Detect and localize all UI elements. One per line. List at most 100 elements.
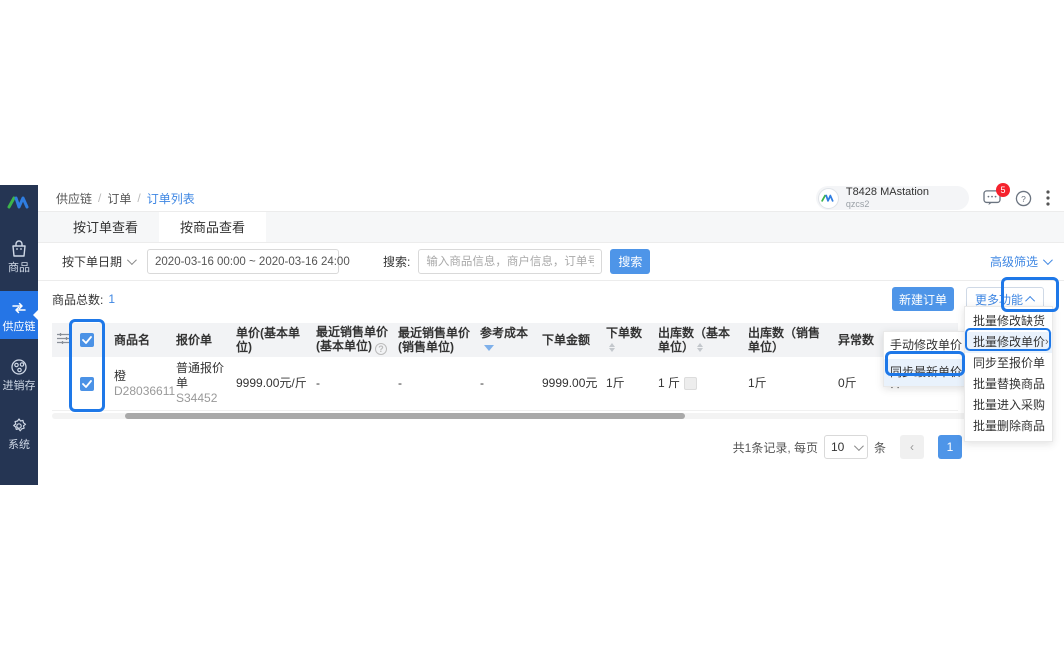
topbar-right: T8428 MAstation qzcs2 5 ? (816, 186, 1064, 210)
chevron-down-icon (127, 255, 137, 265)
column-header: 下单金额 (538, 323, 602, 357)
date-range-input[interactable]: 2020-03-16 00:00 ~ 2020-03-16 24:00 (147, 249, 339, 274)
column-settings-icon[interactable] (52, 323, 76, 357)
user-names: T8428 MAstation qzcs2 (846, 187, 929, 209)
abnormal-qty-cell: 0斤 (834, 357, 880, 411)
checkbox-checked[interactable] (80, 333, 94, 347)
chevron-down-icon (1043, 255, 1053, 265)
more-menu-item-2[interactable]: 批量修改单价› (965, 332, 1052, 353)
sidebar: 商品供应链进销存系统 (0, 185, 38, 485)
filter-row: 按下单日期 2020-03-16 00:00 ~ 2020-03-16 24:0… (38, 243, 1064, 281)
prev-page-button[interactable]: ‹ (900, 435, 924, 459)
unit-price-cell: 9999.00元/斤 (232, 357, 312, 411)
total-count-label: 商品总数: (52, 291, 103, 308)
bag-icon (9, 239, 29, 259)
column-header[interactable]: 下单数 (602, 323, 654, 357)
recent-price-sale-cell: - (394, 357, 476, 411)
ref-cost-cell: - (476, 357, 538, 411)
sidebar-item-1[interactable]: 商品 (0, 232, 38, 280)
messages-icon[interactable]: 5 (983, 190, 1001, 206)
column-header: 异常数 (834, 323, 880, 357)
tab-bar: 按订单查看按商品查看 (38, 212, 1064, 243)
help-icon[interactable]: ? (1015, 190, 1032, 207)
sort-icon[interactable] (609, 343, 615, 352)
summary-row: 商品总数: 1 新建订单 更多功能 (38, 281, 1064, 317)
column-header[interactable]: 参考成本 (476, 323, 538, 357)
advanced-filter-link[interactable]: 高级筛选 (990, 253, 1050, 270)
inventory-icon (9, 357, 29, 377)
info-icon[interactable]: ? (375, 343, 387, 355)
supply-chain-icon (9, 298, 29, 318)
breadcrumb: 供应链 / 订单 / 订单列表 (56, 190, 195, 207)
column-header: 最近销售单价(销售单位) (394, 323, 476, 357)
outbound-sale-cell: 1斤 (744, 357, 834, 411)
more-menu-item-1[interactable]: 批量修改缺货 (965, 311, 1052, 332)
sidebar-item-3[interactable]: 进销存 (0, 350, 38, 398)
sub-menu-item-2[interactable]: 同步最新单价 (884, 359, 965, 386)
column-header[interactable]: 出库数（基本单位） (654, 323, 744, 357)
order-amount-cell: 9999.00元 (538, 357, 602, 411)
breadcrumb-separator: / (98, 191, 101, 205)
breadcrumb-item[interactable]: 供应链 (56, 190, 92, 207)
more-options-icon[interactable] (1046, 190, 1050, 206)
user-subname: qzcs2 (846, 199, 929, 209)
checkbox-checked[interactable] (80, 377, 94, 391)
chevron-up-icon (1025, 295, 1035, 305)
row-checkbox (76, 357, 110, 411)
pagination: 共1条记录, 每页 10 条 ‹ 1 (38, 435, 962, 459)
sub-menu-item-1[interactable]: 手动修改单价 (884, 332, 965, 359)
table-row: 橙D28036611普通报价单S344529999.00元/斤---9999.0… (52, 357, 958, 411)
top-bar: 供应链 / 订单 / 订单列表 T8428 MAstation qzcs2 (38, 185, 1064, 212)
recent-price-base-cell: - (312, 357, 394, 411)
breadcrumb-separator: / (137, 191, 140, 205)
sidebar-item-label: 进销存 (3, 380, 36, 392)
gear-icon (9, 416, 29, 436)
page-1-button[interactable]: 1 (938, 435, 962, 459)
select-all-checkbox[interactable] (76, 323, 110, 357)
horizontal-scrollbar-thumb[interactable] (125, 413, 685, 419)
table-header-row: 商品名报价单单价(基本单位)最近销售单价(基本单位)?最近销售单价(销售单位)参… (52, 323, 958, 357)
avatar (818, 188, 839, 209)
advanced-filter-label: 高级筛选 (990, 253, 1038, 270)
date-field-selector[interactable]: 按下单日期 (62, 253, 134, 270)
app-logo-icon (0, 185, 38, 221)
more-menu-item-6[interactable]: 批量删除商品 (965, 416, 1052, 437)
outbound-base-cell: 1 斤 (654, 357, 744, 411)
more-functions-menu: 批量修改缺货批量修改单价›同步至报价单批量替换商品批量进入采购批量删除商品 (964, 306, 1053, 442)
column-header: 最近销售单价(基本单位)? (312, 323, 394, 357)
submenu-arrow-icon: › (1045, 332, 1049, 353)
sidebar-menu: 商品供应链进销存系统 (0, 221, 38, 457)
search-button[interactable]: 搜索 (610, 249, 650, 274)
product-table: 商品名报价单单价(基本单位)最近销售单价(基本单位)?最近销售单价(销售单位)参… (52, 323, 958, 411)
order-qty-cell: 1斤 (602, 357, 654, 411)
more-menu-item-5[interactable]: 批量进入采购 (965, 395, 1052, 416)
more-menu-item-3[interactable]: 同步至报价单 (965, 353, 1052, 374)
tab-1[interactable]: 按订单查看 (52, 212, 159, 242)
sidebar-item-4[interactable]: 系统 (0, 409, 38, 457)
user-account-button[interactable]: T8428 MAstation qzcs2 (816, 186, 969, 210)
row-settings-cell (52, 357, 76, 411)
column-header: 商品名 (110, 323, 172, 357)
date-field-label: 按下单日期 (62, 253, 122, 270)
more-functions-label: 更多功能 (975, 291, 1023, 308)
sidebar-item-2[interactable]: 供应链 (0, 291, 38, 339)
search-input[interactable] (418, 249, 602, 274)
breadcrumb-item[interactable]: 订单 (107, 190, 131, 207)
column-header: 单价(基本单位) (232, 323, 312, 357)
horizontal-scrollbar (52, 413, 1052, 419)
filter-dropdown-icon[interactable] (484, 345, 494, 351)
app-window: 商品供应链进销存系统 供应链/订单/订单列表 T8428 MAstation q… (0, 0, 1064, 664)
quote-cell: 普通报价单S34452 (172, 357, 232, 411)
product-name-cell: 橙D28036611 (110, 357, 172, 411)
sort-icon[interactable] (697, 343, 703, 352)
page-size-select[interactable]: 10 (824, 435, 868, 459)
record-count-text: 共1条记录, 每页 (733, 439, 818, 456)
detail-icon[interactable] (684, 377, 697, 390)
more-menu-item-4[interactable]: 批量替换商品 (965, 374, 1052, 395)
breadcrumb-item[interactable]: 订单列表 (147, 190, 195, 207)
page-size-unit: 条 (874, 439, 886, 456)
new-order-button[interactable]: 新建订单 (892, 287, 954, 311)
column-header: 出库数（销售单位） (744, 323, 834, 357)
sidebar-item-label: 供应链 (3, 321, 36, 333)
tab-2[interactable]: 按商品查看 (159, 212, 266, 242)
